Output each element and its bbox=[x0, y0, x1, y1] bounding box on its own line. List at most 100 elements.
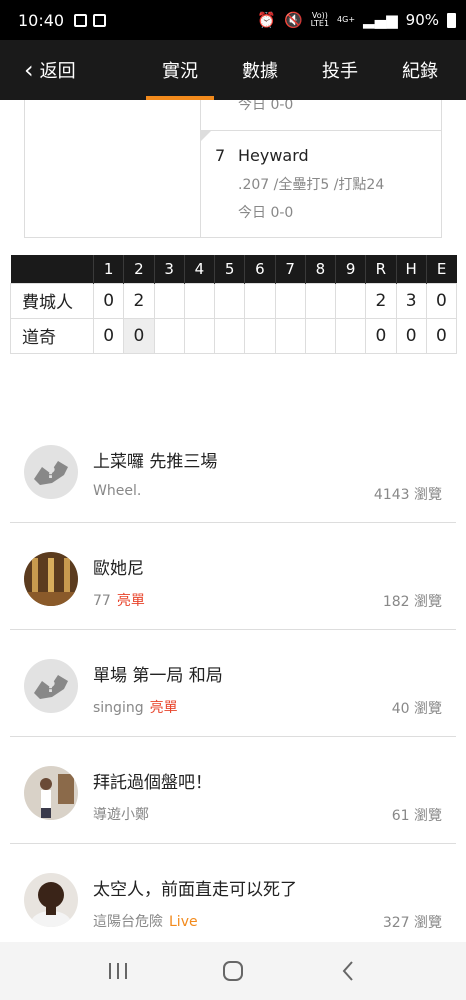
back-nav-button[interactable] bbox=[328, 951, 368, 991]
inning-score: 2 bbox=[123, 282, 155, 319]
post-author: 這陽台危險 Live bbox=[93, 914, 198, 930]
battery-icon bbox=[447, 12, 456, 28]
status-bar: 10:40 ⏰ 🔇 Vo)) LTE1 4G+ ▂▄▆ 90% bbox=[0, 0, 466, 40]
scoreboard-header-cell: 8 bbox=[304, 255, 336, 283]
corner-marker bbox=[201, 131, 211, 141]
inning-score: 0 bbox=[92, 317, 125, 354]
scoreboard-header: 1 2 3 4 5 6 7 8 9 R H E bbox=[10, 255, 457, 283]
player-number: 7 bbox=[215, 146, 226, 165]
post-author: 導遊小鄭 bbox=[93, 807, 149, 823]
recent-apps-button[interactable] bbox=[98, 951, 138, 991]
player-name: Heyward bbox=[238, 146, 309, 165]
scoreboard-header-cell bbox=[10, 255, 94, 283]
svg-text:?: ? bbox=[46, 463, 55, 482]
post-views: 40 瀏覽 bbox=[391, 701, 442, 717]
chevron-left-icon bbox=[342, 961, 354, 981]
tab-bar: 實況 數據 投手 紀錄 bbox=[140, 40, 466, 100]
post-views: 327 瀏覽 bbox=[382, 915, 442, 931]
hits-total: 3 bbox=[395, 282, 427, 319]
scoreboard-header-cell: 5 bbox=[213, 255, 245, 283]
user-avatar bbox=[24, 766, 78, 820]
default-avatar-icon: ? bbox=[24, 659, 78, 713]
inning-score bbox=[274, 282, 306, 319]
recent-apps-icon bbox=[108, 963, 127, 979]
lineup-card: 今日 0-0 7 Heyward .207 /全壘打5 /打點24 今日 0-0 bbox=[24, 97, 442, 238]
back-button[interactable]: ‹ 返回 bbox=[0, 57, 140, 83]
runs-total: 0 bbox=[365, 317, 397, 354]
user-avatar bbox=[24, 552, 78, 606]
list-item[interactable]: ? 上菜囉 先推三場 Wheel. 4143 瀏覽 bbox=[10, 416, 456, 523]
errors-total: 0 bbox=[425, 317, 458, 354]
inning-score bbox=[183, 282, 216, 319]
user-avatar bbox=[24, 873, 78, 927]
mute-icon: 🔇 bbox=[283, 11, 303, 29]
alarm-icon: ⏰ bbox=[257, 11, 276, 29]
post-title: 單場 第一局 和局 bbox=[93, 666, 223, 686]
inning-score bbox=[183, 317, 216, 354]
errors-total: 0 bbox=[425, 282, 458, 319]
back-label: 返回 bbox=[39, 61, 76, 82]
home-button[interactable] bbox=[213, 951, 253, 991]
scoreboard-header-cell: 1 bbox=[92, 255, 124, 283]
volte-icon: Vo)) LTE1 bbox=[310, 11, 330, 28]
system-nav-bar bbox=[0, 942, 466, 1000]
post-title: 歐她尼 bbox=[93, 559, 144, 579]
tab-live[interactable]: 實況 bbox=[140, 40, 220, 100]
player-stats: .207 /全壘打5 /打點24 bbox=[238, 177, 385, 193]
home-icon bbox=[222, 961, 243, 981]
list-item[interactable]: ? 單場 第一局 和局 singing 亮單 40 瀏覽 bbox=[10, 630, 456, 737]
inning-score bbox=[213, 282, 246, 319]
post-badge: Live bbox=[169, 914, 198, 930]
tab-pitcher[interactable]: 投手 bbox=[300, 40, 380, 100]
inning-score bbox=[304, 282, 337, 319]
mail-icon bbox=[74, 13, 88, 27]
tab-record[interactable]: 紀錄 bbox=[380, 40, 460, 100]
post-list: ? 上菜囉 先推三場 Wheel. 4143 瀏覽 歐她尼 77 亮單 182 瀏… bbox=[10, 416, 456, 951]
inning-score bbox=[213, 317, 246, 354]
scoreboard-header-cell: 6 bbox=[244, 255, 275, 283]
lineup-row-divider bbox=[200, 130, 441, 131]
scoreboard-header-cell: 2 bbox=[123, 255, 154, 283]
inning-score bbox=[153, 282, 185, 319]
post-author: Wheel. bbox=[93, 483, 142, 499]
default-avatar-icon: ? bbox=[24, 445, 78, 499]
lineup-divider bbox=[200, 100, 201, 237]
status-time: 10:40 bbox=[18, 10, 65, 30]
scoreboard-header-cell: 9 bbox=[334, 255, 366, 283]
post-badge: 亮單 bbox=[116, 593, 145, 609]
scoreboard-row-away: 費城人 0 2 2 3 0 bbox=[10, 282, 458, 319]
post-title: 太空人，前面直走可以死了 bbox=[93, 880, 297, 900]
list-item[interactable]: 太空人，前面直走可以死了 這陽台危險 Live 327 瀏覽 bbox=[10, 844, 456, 951]
post-author: singing 亮單 bbox=[93, 700, 178, 716]
inning-score bbox=[244, 282, 276, 319]
tab-stats[interactable]: 數據 bbox=[220, 40, 300, 100]
post-author: 77 亮單 bbox=[93, 593, 145, 609]
post-views: 61 瀏覽 bbox=[391, 808, 442, 824]
post-badge: 亮單 bbox=[149, 700, 178, 716]
scoreboard-header-cell: 4 bbox=[183, 255, 215, 283]
scoreboard: 1 2 3 4 5 6 7 8 9 R H E 費城人 0 2 2 3 0 道奇… bbox=[10, 255, 458, 354]
svg-text:?: ? bbox=[46, 677, 55, 696]
runs-total: 2 bbox=[365, 282, 397, 319]
inning-score-current: 0 bbox=[123, 317, 155, 354]
app-header: ‹ 返回 實況 數據 投手 紀錄 bbox=[0, 40, 466, 100]
team-name: 道奇 bbox=[10, 317, 94, 354]
chevron-left-icon: ‹ bbox=[24, 56, 34, 84]
team-name: 費城人 bbox=[10, 282, 94, 319]
hits-total: 0 bbox=[395, 317, 427, 354]
signal-icon: ▂▄▆ bbox=[363, 11, 398, 29]
scoreboard-header-cell: 3 bbox=[153, 255, 185, 283]
list-item[interactable]: 拜託過個盤吧！ 導遊小鄭 61 瀏覽 bbox=[10, 737, 456, 844]
player-today: 今日 0-0 bbox=[238, 205, 294, 221]
inning-score: 0 bbox=[92, 282, 125, 319]
post-title: 拜託過個盤吧！ bbox=[93, 773, 212, 793]
inning-score bbox=[244, 317, 276, 354]
scoreboard-header-cell: 7 bbox=[274, 255, 306, 283]
checkbox-icon bbox=[93, 13, 107, 27]
list-item[interactable]: 歐她尼 77 亮單 182 瀏覽 bbox=[10, 523, 456, 630]
battery-percent: 90% bbox=[405, 11, 439, 29]
data-type-icon: 4G+ bbox=[337, 15, 356, 24]
inning-score bbox=[334, 282, 367, 319]
inning-score bbox=[334, 317, 367, 354]
post-views: 182 瀏覽 bbox=[382, 594, 442, 610]
